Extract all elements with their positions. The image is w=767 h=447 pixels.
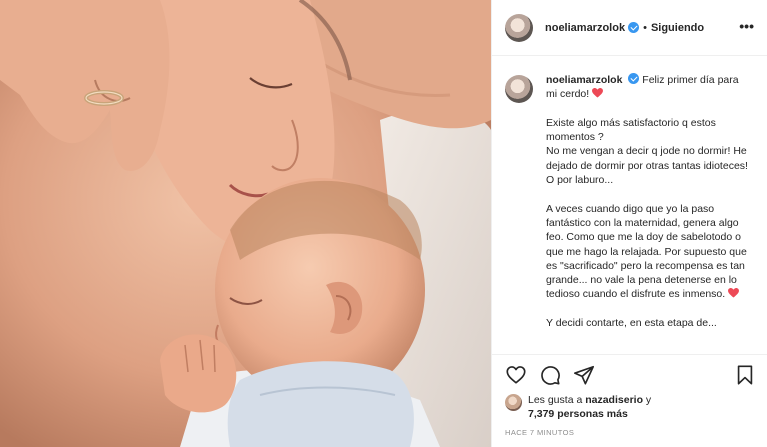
post-header: noeliamarzolok • Siguiendo ••• (492, 0, 767, 56)
comment-icon[interactable] (539, 364, 561, 386)
author-username[interactable]: noeliamarzolok (545, 22, 625, 34)
liker-username[interactable]: nazadiserio (585, 394, 643, 406)
following-button[interactable]: Siguiendo (651, 22, 704, 34)
likes-text: Les gusta a nazadiserio y 7,379 personas… (528, 393, 651, 421)
red-heart-emoji-icon-2 (728, 288, 740, 298)
caption-paragraph-3-text: A veces cuando digo que yo la paso fantá… (546, 202, 747, 301)
action-icons (505, 364, 595, 386)
caption-first-line: noeliamarzolok Feliz primer día para mi … (546, 73, 752, 102)
caption-section: noeliamarzolok Feliz primer día para mi … (492, 56, 767, 354)
red-heart-emoji-icon (592, 88, 604, 98)
post-timestamp[interactable]: HACE 7 MINUTOS (505, 428, 574, 437)
instagram-post: noeliamarzolok • Siguiendo ••• noeliamar… (0, 0, 767, 447)
caption-body: noeliamarzolok Feliz primer día para mi … (546, 73, 752, 345)
caption-paragraph-4-partial: Y decidi contarte, en esta etapa de... (546, 317, 717, 330)
caption-username[interactable]: noeliamarzolok (546, 74, 622, 86)
caption-author-avatar[interactable] (505, 75, 533, 103)
heart-outline-icon[interactable] (505, 364, 527, 386)
post-photo[interactable] (0, 0, 491, 447)
post-side-panel: noeliamarzolok • Siguiendo ••• noeliamar… (491, 0, 767, 447)
liker-avatar[interactable] (505, 394, 522, 411)
verified-badge-icon (628, 22, 640, 33)
caption-paragraph-3: A veces cuando digo que yo la paso fantá… (546, 202, 752, 302)
likes-summary: Les gusta a nazadiserio y 7,379 personas… (505, 393, 651, 421)
photo-illustration (0, 0, 491, 447)
author-avatar[interactable] (505, 13, 533, 42)
header-separator: • (643, 21, 647, 34)
caption-row: noeliamarzolok Feliz primer día para mi … (505, 73, 754, 345)
caption-verified-badge-icon (628, 73, 640, 84)
more-options-icon[interactable]: ••• (739, 19, 754, 33)
bookmark-icon[interactable] (734, 364, 756, 386)
likes-prefix: Les gusta a (528, 394, 583, 406)
caption-paragraph-2: Existe algo más satisfactorio q estos mo… (546, 116, 748, 187)
likes-count[interactable]: 7,379 personas más (528, 408, 628, 420)
share-icon[interactable] (573, 364, 595, 386)
likes-conjunction: y (645, 394, 652, 406)
